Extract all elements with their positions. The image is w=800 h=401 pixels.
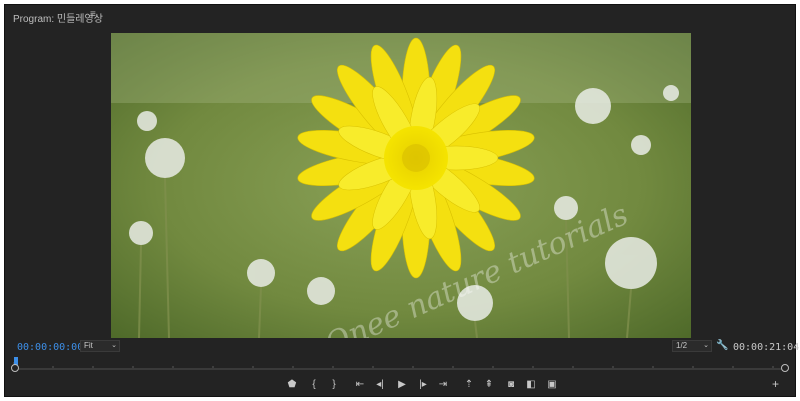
wrench-icon[interactable]: 🔧	[716, 340, 728, 351]
extract-icon[interactable]: ⇞	[481, 377, 497, 393]
current-timecode[interactable]: 00:00:00:00	[17, 342, 83, 353]
program-monitor-panel: Program: 민들레영상 ≡ Onee nature tutorials 0…	[4, 4, 800, 397]
playback-resolution-select[interactable]: 1/2 ⌄	[672, 340, 712, 352]
duration-timecode: 00:00:21:04	[733, 342, 800, 353]
step-back-icon[interactable]: ◂|	[372, 377, 388, 393]
zoom-select-label: Fit	[84, 341, 93, 350]
chevron-down-icon: ⌄	[111, 342, 117, 349]
safe-margins-icon[interactable]: ▣	[544, 377, 560, 393]
go-to-out-icon[interactable]: ⇥	[435, 377, 451, 393]
go-to-in-icon[interactable]: ⇤	[352, 377, 368, 393]
dandelion-frame-image: Onee nature tutorials	[111, 33, 691, 338]
step-forward-icon[interactable]: |▸	[415, 377, 431, 393]
add-button-icon[interactable]: +	[772, 377, 779, 391]
mark-out-icon[interactable]: }	[326, 377, 342, 393]
transport-controls: ⬟ { } ⇤ ◂| ▶ |▸ ⇥ ⇡ ⇞ ◙ ◧ ▣	[5, 375, 795, 395]
chevron-down-icon: ⌄	[703, 342, 709, 349]
marker-icon[interactable]: ⬟	[284, 377, 300, 393]
time-ruler[interactable]	[12, 357, 789, 370]
zoom-scroll-bar[interactable]	[13, 368, 789, 370]
video-viewer[interactable]: Onee nature tutorials	[111, 33, 691, 338]
zoom-scroll-right-handle[interactable]	[781, 364, 789, 372]
hamburger-icon[interactable]: ≡	[90, 9, 96, 20]
playback-resolution-label: 1/2	[676, 341, 688, 350]
comparison-icon[interactable]: ◧	[523, 377, 539, 393]
lift-icon[interactable]: ⇡	[461, 377, 477, 393]
zoom-select[interactable]: Fit ⌄	[80, 340, 120, 352]
zoom-scroll-left-handle[interactable]	[11, 364, 19, 372]
play-icon[interactable]: ▶	[394, 377, 410, 393]
panel-header: Program: 민들레영상 ≡	[5, 5, 795, 27]
camera-icon[interactable]: ◙	[503, 377, 519, 393]
mark-in-icon[interactable]: {	[306, 377, 322, 393]
